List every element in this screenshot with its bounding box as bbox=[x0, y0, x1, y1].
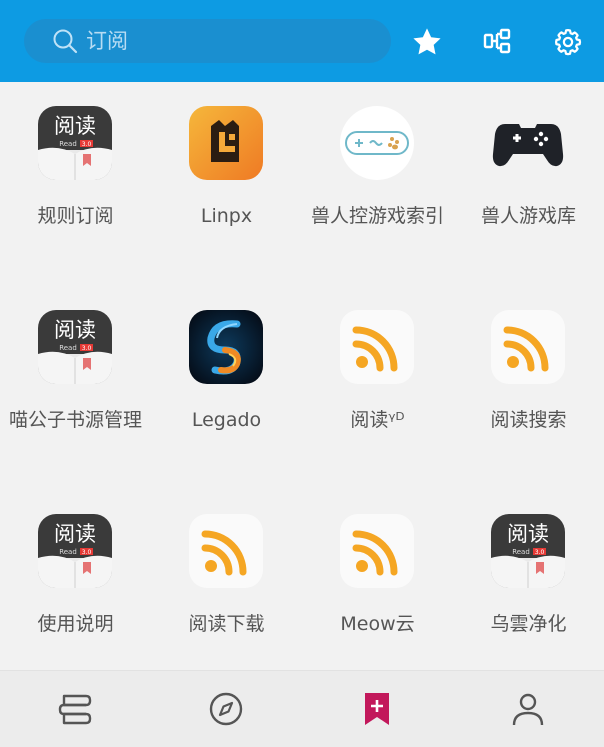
star-icon bbox=[413, 28, 441, 55]
source-tile[interactable]: Meow云 bbox=[302, 490, 453, 694]
svg-text:3.0: 3.0 bbox=[535, 549, 545, 556]
source-tile[interactable]: 兽人游戏库 bbox=[453, 82, 604, 286]
svg-text:Read: Read bbox=[59, 140, 77, 148]
svg-text:阅读: 阅读 bbox=[507, 522, 549, 546]
source-tile[interactable]: 阅读 Read 3.0 使用说明 bbox=[0, 490, 151, 694]
search-box[interactable] bbox=[24, 19, 391, 63]
source-tile[interactable]: 兽人控游戏索引 bbox=[302, 82, 453, 286]
compass-icon bbox=[209, 692, 243, 726]
bottom-navigation bbox=[0, 670, 604, 747]
person-icon bbox=[512, 693, 544, 726]
read-app-icon: 阅读 Read 3.0 bbox=[38, 106, 112, 180]
read-app-icon: 阅读 Read 3.0 bbox=[491, 514, 565, 588]
read-app-icon: 阅读 Read 3.0 bbox=[38, 514, 112, 588]
bookmark-add-icon bbox=[365, 693, 389, 725]
source-label: 兽人游戏库 bbox=[480, 205, 576, 227]
source-label: 规则订阅 bbox=[37, 205, 114, 227]
svg-text:Read: Read bbox=[59, 344, 77, 352]
source-label: 阅读下载 bbox=[188, 613, 265, 635]
rss-icon bbox=[491, 310, 565, 384]
source-label: 喵公子书源管理 bbox=[8, 409, 142, 431]
source-tile[interactable]: 阅读 Read 3.0 喵公子书源管理 bbox=[0, 286, 151, 490]
svg-text:阅读: 阅读 bbox=[54, 522, 96, 546]
group-button[interactable] bbox=[481, 25, 515, 59]
svg-text:Read: Read bbox=[59, 548, 77, 556]
source-label: 阅读搜索 bbox=[490, 409, 567, 431]
svg-text:阅读: 阅读 bbox=[54, 318, 96, 342]
svg-text:3.0: 3.0 bbox=[82, 141, 92, 148]
rss-icon bbox=[189, 514, 263, 588]
source-label: 兽人控游戏索引 bbox=[310, 205, 444, 227]
settings-button[interactable] bbox=[551, 25, 585, 59]
nav-bookshelf[interactable] bbox=[57, 691, 93, 727]
gear-icon bbox=[555, 29, 582, 56]
group-icon bbox=[483, 28, 511, 54]
top-toolbar bbox=[0, 0, 604, 82]
read-app-icon: 阅读 Read 3.0 bbox=[38, 310, 112, 384]
linpx-logo-icon bbox=[189, 106, 263, 180]
source-label: Legado bbox=[191, 409, 262, 431]
source-tile[interactable]: Linpx bbox=[151, 82, 302, 286]
nav-subscription[interactable] bbox=[359, 691, 395, 727]
source-tile[interactable]: 阅读下载 bbox=[151, 490, 302, 694]
nav-mine[interactable] bbox=[510, 691, 546, 727]
favorites-button[interactable] bbox=[410, 25, 444, 59]
source-label: 阅读ᵞᴰ bbox=[350, 409, 405, 431]
svg-text:阅读: 阅读 bbox=[54, 114, 96, 138]
svg-text:Read: Read bbox=[512, 548, 530, 556]
source-tile[interactable]: 阅读搜索 bbox=[453, 286, 604, 490]
rss-icon bbox=[340, 310, 414, 384]
source-label: 乌雲净化 bbox=[490, 613, 567, 635]
source-tile[interactable]: 阅读ᵞᴰ bbox=[302, 286, 453, 490]
svg-text:3.0: 3.0 bbox=[82, 345, 92, 352]
search-input[interactable] bbox=[84, 28, 348, 54]
source-label: Meow云 bbox=[340, 613, 415, 635]
gamepad-icon bbox=[491, 106, 565, 180]
search-icon bbox=[53, 29, 78, 54]
nav-discover[interactable] bbox=[208, 691, 244, 727]
source-label: Linpx bbox=[200, 205, 253, 227]
gamepad-logo-icon bbox=[340, 106, 414, 180]
source-tile[interactable]: 阅读 Read 3.0 规则订阅 bbox=[0, 82, 151, 286]
source-label: 使用说明 bbox=[37, 613, 114, 635]
legado-logo-icon bbox=[189, 310, 263, 384]
source-tile[interactable]: 阅读 Read 3.0 乌雲净化 bbox=[453, 490, 604, 694]
subscription-grid: 阅读 Read 3.0 规则订阅 Linpx 兽人控游戏索引 兽人游戏库 阅读 … bbox=[0, 82, 604, 670]
rss-icon bbox=[340, 514, 414, 588]
svg-text:3.0: 3.0 bbox=[82, 549, 92, 556]
bookshelf-icon bbox=[58, 694, 92, 725]
source-tile[interactable]: Legado bbox=[151, 286, 302, 490]
